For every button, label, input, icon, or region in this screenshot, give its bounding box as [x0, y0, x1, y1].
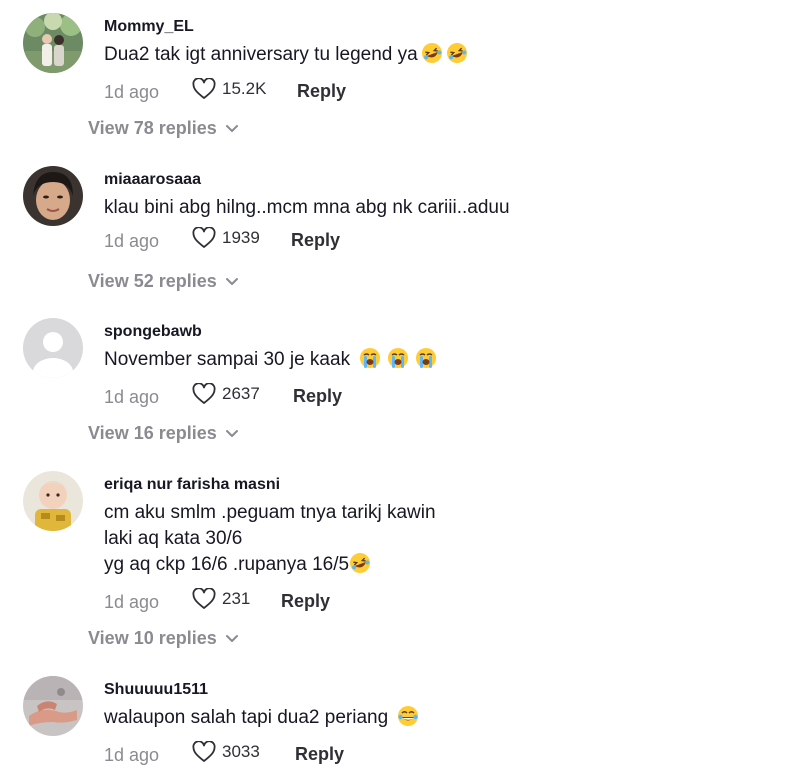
like-button[interactable]: 3033	[192, 741, 260, 763]
default-avatar-icon	[23, 318, 83, 378]
comment-username[interactable]: eriqa nur farisha masni	[104, 475, 788, 495]
like-button[interactable]: 231	[192, 588, 250, 610]
comment-text: Dua2 tak igt anniversary tu legend ya	[104, 42, 788, 72]
comment-time: 1d ago	[104, 231, 160, 251]
view-replies-button[interactable]: View 52 replies	[88, 271, 239, 292]
view-replies-label: View 52 replies	[88, 271, 217, 291]
comment-text: walaupon salah tapi dua2 periang	[104, 705, 788, 735]
rolling-laughing-emoji-icon	[421, 42, 443, 72]
avatar-photo-baby	[23, 471, 83, 531]
comment-text: November sampai 30 je kaak	[104, 347, 788, 377]
reply-button[interactable]: Reply	[295, 744, 344, 765]
heart-icon	[192, 741, 216, 762]
avatar[interactable]	[23, 13, 83, 73]
heart-icon	[192, 78, 216, 99]
view-replies-label: View 78 replies	[88, 118, 217, 138]
like-count: 231	[222, 589, 251, 608]
comment-meta: 1d ago 1939 Reply	[104, 227, 788, 255]
heart-icon	[192, 227, 216, 248]
chevron-down-icon	[225, 429, 238, 437]
like-count: 15.2K	[222, 79, 267, 98]
heart-icon	[192, 588, 216, 609]
view-replies-button[interactable]: View 10 replies	[88, 628, 239, 649]
loudly-crying-emoji-icon	[387, 347, 409, 377]
rolling-laughing-emoji-icon	[349, 552, 371, 582]
reply-button[interactable]: Reply	[293, 386, 342, 407]
chevron-down-icon	[225, 124, 238, 132]
comment-time: 1d ago	[104, 387, 160, 407]
comment-meta: 1d ago 15.2K Reply	[104, 78, 788, 106]
comment-username[interactable]: miaaarosaaa	[104, 170, 788, 190]
like-count: 1939	[222, 228, 260, 247]
comment-text-line: yg aq ckp 16/6 .rupanya 16/5	[104, 554, 350, 575]
avatar[interactable]	[23, 318, 83, 378]
comment-meta: 1d ago 3033 Reply	[104, 741, 788, 769]
reply-button[interactable]: Reply	[297, 81, 346, 102]
comment-text: klau bini abg hilng..mcm mna abg nk cari…	[104, 195, 788, 221]
comment-meta: 1d ago 231 Reply	[104, 588, 788, 616]
comment-text: cm aku smlm .peguam tnya tarikj kawin la…	[104, 500, 788, 582]
avatar[interactable]	[23, 471, 83, 531]
tears-of-joy-emoji-icon	[397, 705, 419, 735]
comment-time: 1d ago	[104, 592, 160, 612]
avatar-photo-selfie	[23, 166, 83, 226]
avatar-photo-couple	[23, 13, 83, 73]
comment-time: 1d ago	[104, 82, 160, 102]
rolling-laughing-emoji-icon	[446, 42, 468, 72]
comment-username[interactable]: spongebawb	[104, 322, 788, 342]
reply-button[interactable]: Reply	[281, 591, 330, 612]
view-replies-button[interactable]: View 78 replies	[88, 118, 239, 139]
like-button[interactable]: 15.2K	[192, 78, 266, 100]
view-replies-label: View 16 replies	[88, 423, 217, 443]
view-replies-button[interactable]: View 16 replies	[88, 423, 239, 444]
comment-username[interactable]: Mommy_EL	[104, 17, 788, 37]
like-button[interactable]: 1939	[192, 227, 260, 249]
reply-button[interactable]: Reply	[291, 230, 340, 251]
like-count: 3033	[222, 742, 260, 761]
comment-text-line: klau bini abg hilng..mcm mna abg nk cari…	[104, 197, 510, 218]
chevron-down-icon	[225, 277, 238, 285]
avatar[interactable]	[23, 166, 83, 226]
avatar-photo-hands	[23, 676, 83, 736]
loudly-crying-emoji-icon	[359, 347, 381, 377]
like-count: 2637	[222, 384, 260, 403]
heart-icon	[192, 383, 216, 404]
comment-text-line: cm aku smlm .peguam tnya tarikj kawin	[104, 502, 436, 523]
like-button[interactable]: 2637	[192, 383, 260, 405]
view-replies-label: View 10 replies	[88, 628, 217, 648]
chevron-down-icon	[225, 634, 238, 642]
comment-username[interactable]: Shuuuuu1511	[104, 680, 788, 700]
comment-meta: 1d ago 2637 Reply	[104, 383, 788, 411]
comment-time: 1d ago	[104, 745, 160, 765]
comment-text-line: laki aq kata 30/6	[104, 528, 243, 549]
comment-text-line: Dua2 tak igt anniversary tu legend ya	[104, 44, 418, 65]
avatar[interactable]	[23, 676, 83, 736]
loudly-crying-emoji-icon	[415, 347, 437, 377]
comment-text-line: November sampai 30 je kaak	[104, 349, 351, 370]
comment-text-line: walaupon salah tapi dua2 periang	[104, 707, 389, 728]
